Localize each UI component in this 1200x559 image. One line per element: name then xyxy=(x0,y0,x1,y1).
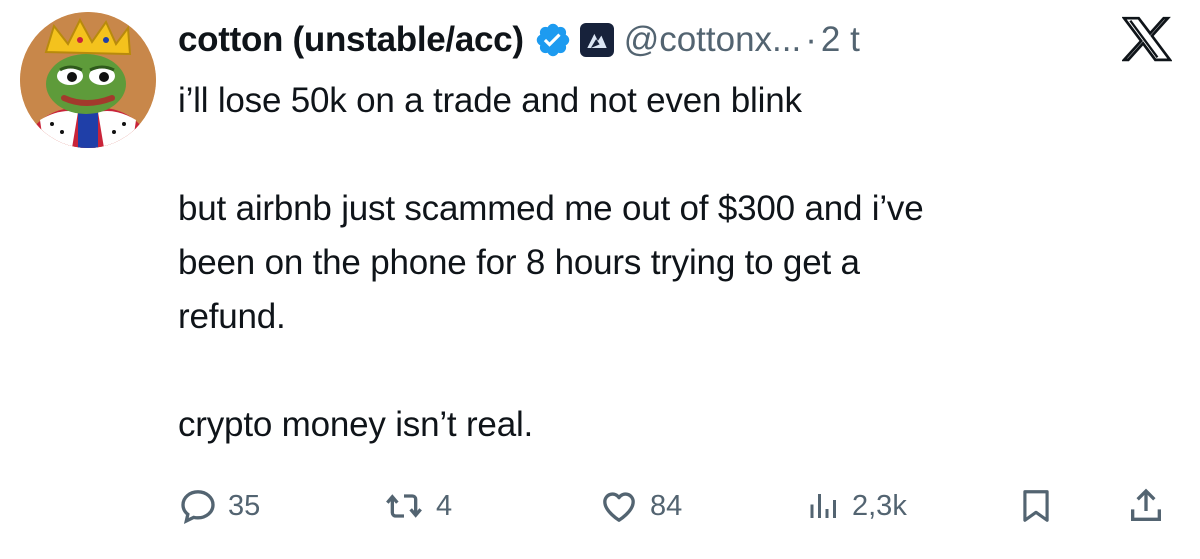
repost-button[interactable]: 4 xyxy=(382,478,452,534)
share-icon xyxy=(1126,486,1166,526)
x-logo-icon xyxy=(1121,16,1173,62)
timestamp[interactable]: 2 t xyxy=(821,20,860,60)
handle[interactable]: @cottonx... xyxy=(624,20,802,60)
avatar[interactable] xyxy=(20,12,156,148)
repost-icon xyxy=(382,486,426,526)
tweet-paragraph-1: i’ll lose 50k on a trade and not even bl… xyxy=(178,81,802,120)
heart-icon xyxy=(598,486,640,526)
verified-badge-icon xyxy=(534,21,572,59)
display-name[interactable]: cotton (unstable/acc) xyxy=(178,20,524,60)
views-count: 2,3k xyxy=(852,489,907,522)
action-bar: 35 4 84 2,3k xyxy=(0,478,1200,534)
tweet-card: cotton (unstable/acc) @cottonx... · 2 t … xyxy=(0,0,1200,559)
share-button[interactable] xyxy=(1126,478,1166,534)
reply-icon xyxy=(178,486,218,526)
separator-dot: · xyxy=(805,20,817,59)
bookmark-icon xyxy=(1017,486,1055,526)
affiliate-logo-icon[interactable] xyxy=(579,23,614,57)
repost-count: 4 xyxy=(436,489,453,522)
reply-button[interactable]: 35 xyxy=(178,478,260,534)
avatar-image xyxy=(20,12,156,148)
tweet-paragraph-2: but airbnb just scammed me out of $300 a… xyxy=(178,189,924,336)
like-button[interactable]: 84 xyxy=(598,478,682,534)
views-button[interactable]: 2,3k xyxy=(806,478,907,534)
bookmark-button[interactable] xyxy=(1017,478,1055,534)
tweet-paragraph-3: crypto money isn’t real. xyxy=(178,405,534,444)
tweet-text: i’ll lose 50k on a trade and not even bl… xyxy=(178,74,1178,444)
like-count: 84 xyxy=(650,489,683,522)
reply-count: 35 xyxy=(228,489,261,522)
views-icon xyxy=(806,486,842,526)
tweet-header: cotton (unstable/acc) @cottonx... · 2 t xyxy=(178,10,860,70)
